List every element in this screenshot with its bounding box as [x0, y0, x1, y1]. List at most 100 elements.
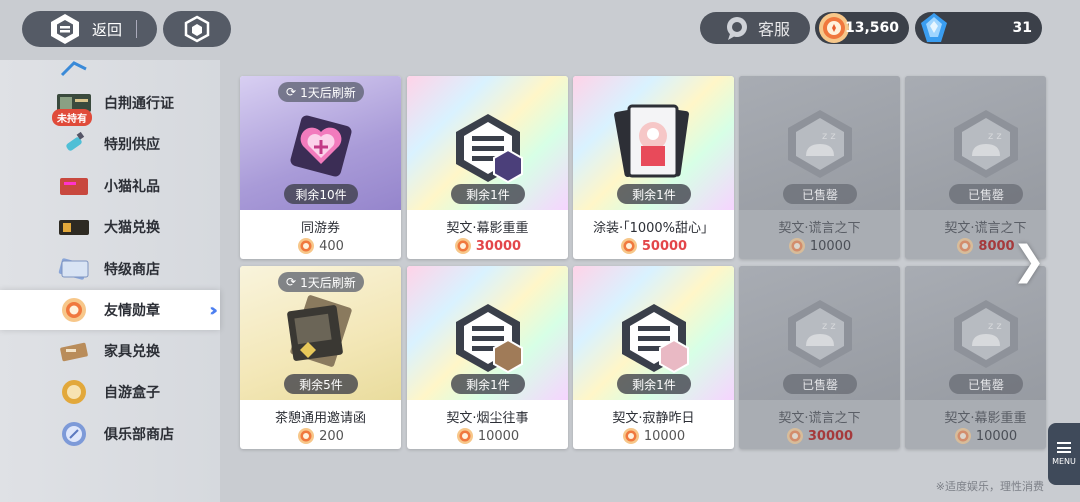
- shop-item-card-sold-out[interactable]: z z 已售罄 契文·谎言之下 30000: [739, 266, 900, 449]
- friendship-medal-icon: [622, 428, 639, 444]
- sold-out-emblem-icon: z z: [954, 300, 1018, 368]
- sidebar-item-label: 家具兑换: [104, 344, 160, 360]
- home-button[interactable]: [163, 11, 231, 47]
- friendship-medal-icon: [788, 238, 805, 254]
- chevron-right-icon: ››: [209, 299, 218, 321]
- sidebar-item-label: 大猫兑换: [104, 220, 160, 236]
- menu-label: MENU: [1052, 457, 1076, 466]
- friendship-medal-counter[interactable]: 13,560: [815, 12, 909, 44]
- crystal-icon: [921, 13, 947, 42]
- item-name: 契文·谎言之下: [778, 411, 861, 426]
- friendship-medal-icon: [62, 298, 86, 322]
- price-value: 10000: [643, 428, 686, 444]
- price-value: 10000: [809, 238, 852, 254]
- sidebar-item-special-supply[interactable]: 特别供应: [0, 124, 220, 164]
- sidebar-item-partial[interactable]: [0, 58, 220, 80]
- friendship-medal-icon: [454, 238, 471, 254]
- stock-remaining: 剩余10件: [284, 184, 358, 204]
- sidebar-item-club-shop[interactable]: 俱乐部商店: [0, 414, 220, 454]
- friendship-medal-icon: [786, 428, 803, 444]
- item-name: 契文·谎言之下: [944, 221, 1027, 236]
- divider: [136, 20, 138, 38]
- svg-text:z z: z z: [822, 321, 836, 332]
- price-value: 8000: [978, 238, 1015, 254]
- friendship-medal-icon: [620, 238, 637, 254]
- price-value: 50000: [641, 238, 688, 254]
- price-value: 10000: [975, 428, 1018, 444]
- item-name: 契文·幕影重重: [944, 411, 1027, 426]
- sold-out-emblem-icon: z z: [788, 300, 852, 368]
- scroll-right-arrow-icon[interactable]: ❯: [1012, 238, 1046, 284]
- stock-remaining: 剩余1件: [617, 184, 691, 204]
- sidebar-item-cat-exchange[interactable]: 大猫兑换: [0, 207, 220, 247]
- sidebar-item-label: 自游盒子: [104, 385, 160, 401]
- vial-icon: [66, 131, 85, 151]
- sidebar-item-label: 特别供应: [104, 137, 160, 153]
- price-value: 30000: [475, 238, 522, 254]
- contract-emblem-icon: [456, 304, 523, 374]
- footer-note: ※适度娱乐，理性消费: [935, 480, 1044, 493]
- club-emblem-icon: [62, 422, 86, 446]
- refresh-icon: ⟳: [286, 85, 297, 99]
- sold-out-emblem-icon: z z: [954, 110, 1018, 178]
- item-name: 契文·谎言之下: [778, 221, 861, 236]
- customer-service-button[interactable]: 客服: [700, 12, 810, 44]
- crystal-counter[interactable]: 31: [915, 12, 1042, 44]
- item-price: 30000: [739, 427, 900, 445]
- shop-item-card[interactable]: 剩余1件 契文·幕影重重 30000: [407, 76, 568, 259]
- game-logo-icon: [51, 14, 79, 44]
- friendship-medal-icon: [957, 238, 974, 254]
- sidebar-item-label: 小猫礼品: [104, 179, 160, 195]
- stock-remaining: 剩余1件: [451, 184, 525, 204]
- shop-item-card[interactable]: 剩余1件 涂装·「1000%甜心」 50000: [573, 76, 734, 259]
- price-value: 200: [319, 428, 344, 444]
- contract-emblem-icon: [456, 114, 523, 184]
- sidebar-item-label: 白荆通行证: [104, 96, 174, 112]
- sidebar-item-kitten-gifts[interactable]: 小猫礼品: [0, 166, 220, 206]
- sidebar-item-label: 俱乐部商店: [104, 427, 174, 443]
- item-name: 涂装·「1000%甜心」: [592, 221, 715, 236]
- item-name: 茶憩通用邀请函: [274, 411, 366, 426]
- shop-category-sidebar: 未持有 白荆通行证 特别供应 小猫礼品 大猫兑换 特级商店 友情勋章 ›› 家具…: [0, 60, 220, 502]
- sidebar-item-pass[interactable]: 未持有 白荆通行证: [0, 83, 220, 126]
- sidebar-item-label: 特级商店: [104, 262, 160, 278]
- outfit-cards-icon: [614, 104, 689, 178]
- shop-item-card-sold-out[interactable]: z z 已售罄 契文·谎言之下 10000: [739, 76, 900, 259]
- item-price: 50000: [573, 237, 734, 255]
- price-value: 30000: [807, 428, 854, 444]
- friendship-medal-icon: [954, 428, 971, 444]
- refresh-timer: ⟳ 1天后刷新: [278, 82, 364, 102]
- stock-remaining: 剩余1件: [617, 374, 691, 394]
- shop-item-card[interactable]: 剩余1件 契文·烟尘往事 10000: [407, 266, 568, 449]
- customer-service-label: 客服: [758, 20, 791, 39]
- sidebar-item-friendship-medal[interactable]: 友情勋章 ››: [0, 290, 220, 330]
- stock-remaining: 剩余1件: [451, 374, 525, 394]
- sidebar-item-label: 友情勋章: [104, 303, 160, 319]
- item-price: 10000: [573, 427, 734, 445]
- travel-voucher-icon: [290, 115, 352, 177]
- card-stack-icon: [58, 258, 89, 280]
- sidebar-item-premium-shop[interactable]: 特级商店: [0, 249, 220, 289]
- sidebar-item-free-box[interactable]: 自游盒子: [0, 372, 220, 412]
- medal-count: 13,560: [844, 20, 899, 36]
- menu-button[interactable]: MENU: [1048, 423, 1080, 485]
- shop-item-card[interactable]: 剩余1件 契文·寂静昨日 10000: [573, 266, 734, 449]
- shop-item-card-sold-out[interactable]: z z 已售罄 契文·谎言之下 8000: [905, 76, 1046, 259]
- svg-text:z z: z z: [822, 131, 836, 142]
- shop-item-card-sold-out[interactable]: z z 已售罄 契文·幕影重重 10000: [905, 266, 1046, 449]
- furniture-voucher-icon: [60, 342, 88, 362]
- sidebar-item-furniture-exchange[interactable]: 家具兑换: [0, 331, 220, 371]
- item-price: 200: [240, 427, 401, 445]
- shop-item-card[interactable]: ⟳ 1天后刷新 剩余5件 茶憩通用邀请函 200: [240, 266, 401, 449]
- item-price: 10000: [905, 427, 1046, 445]
- item-price: 400: [240, 237, 401, 255]
- refresh-icon: ⟳: [286, 275, 297, 289]
- item-name: 契文·寂静昨日: [612, 411, 695, 426]
- back-button[interactable]: 返回: [22, 11, 157, 47]
- item-price: 10000: [739, 237, 900, 255]
- price-value: 400: [319, 238, 344, 254]
- sold-out-label: 已售罄: [949, 184, 1023, 204]
- shop-item-card[interactable]: ⟳ 1天后刷新 剩余10件 同游券 400: [240, 76, 401, 259]
- partial-item-icon: [60, 61, 87, 77]
- chat-bubble-icon: [727, 17, 747, 40]
